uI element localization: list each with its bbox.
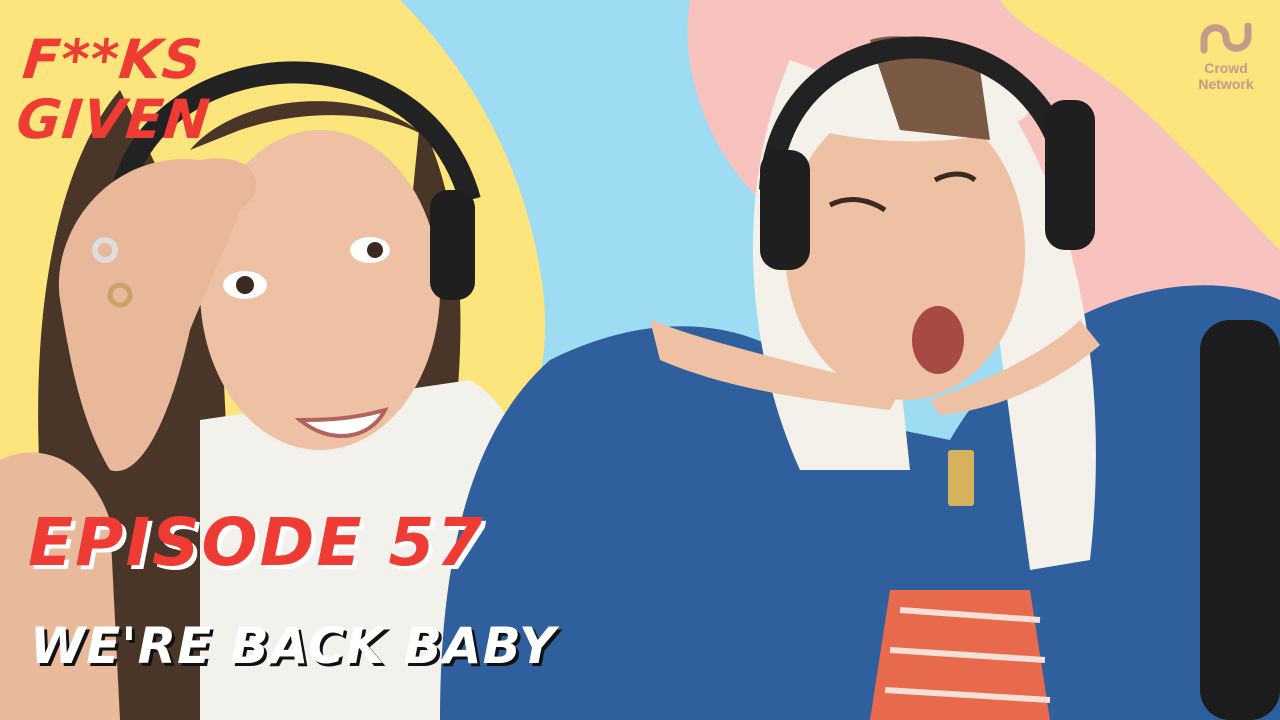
show-logo: F**KS GIVEN bbox=[13, 28, 214, 151]
episode-subtitle: WE'RE BACK BABY bbox=[30, 617, 557, 675]
necklace-pendant bbox=[948, 450, 974, 506]
episode-title: EPISODE 57 bbox=[28, 504, 485, 581]
microphone bbox=[1200, 320, 1280, 720]
brand-line2: Network bbox=[1198, 76, 1254, 92]
crowd-network-logo-icon bbox=[1200, 22, 1252, 54]
brand-line1: Crowd bbox=[1204, 60, 1248, 76]
host-right-photo bbox=[440, 36, 1280, 720]
crowd-network-brand: Crowd Network bbox=[1180, 20, 1272, 92]
